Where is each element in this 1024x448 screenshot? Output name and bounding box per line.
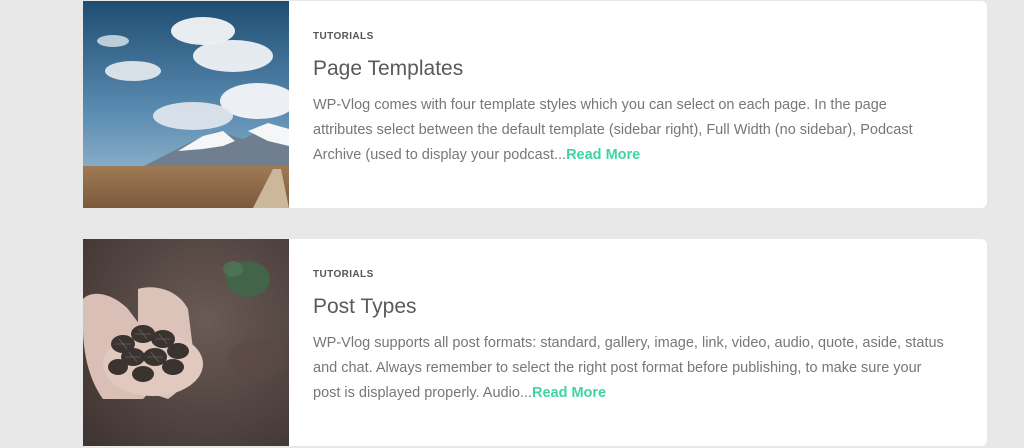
post-title[interactable]: Post Types — [313, 294, 947, 319]
post-thumbnail-pinecones[interactable] — [83, 239, 289, 446]
post-content: TUTORIALS Post Types WP-Vlog supports al… — [289, 239, 987, 446]
read-more-link[interactable]: Read More — [532, 385, 606, 401]
post-title[interactable]: Page Templates — [313, 56, 947, 81]
post-excerpt-text: WP-Vlog supports all post formats: stand… — [313, 335, 944, 402]
post-content: TUTORIALS Page Templates WP-Vlog comes w… — [289, 1, 987, 208]
post-excerpt: WP-Vlog supports all post formats: stand… — [313, 331, 947, 406]
post-category[interactable]: TUTORIALS — [313, 269, 947, 280]
post-thumbnail-mountain[interactable] — [83, 1, 289, 208]
post-card: TUTORIALS Page Templates WP-Vlog comes w… — [83, 1, 987, 208]
read-more-link[interactable]: Read More — [566, 147, 640, 163]
post-excerpt: WP-Vlog comes with four template styles … — [313, 93, 947, 168]
post-feed: TUTORIALS Page Templates WP-Vlog comes w… — [0, 0, 1024, 448]
post-category[interactable]: TUTORIALS — [313, 31, 947, 42]
post-card: TUTORIALS Post Types WP-Vlog supports al… — [83, 239, 987, 446]
